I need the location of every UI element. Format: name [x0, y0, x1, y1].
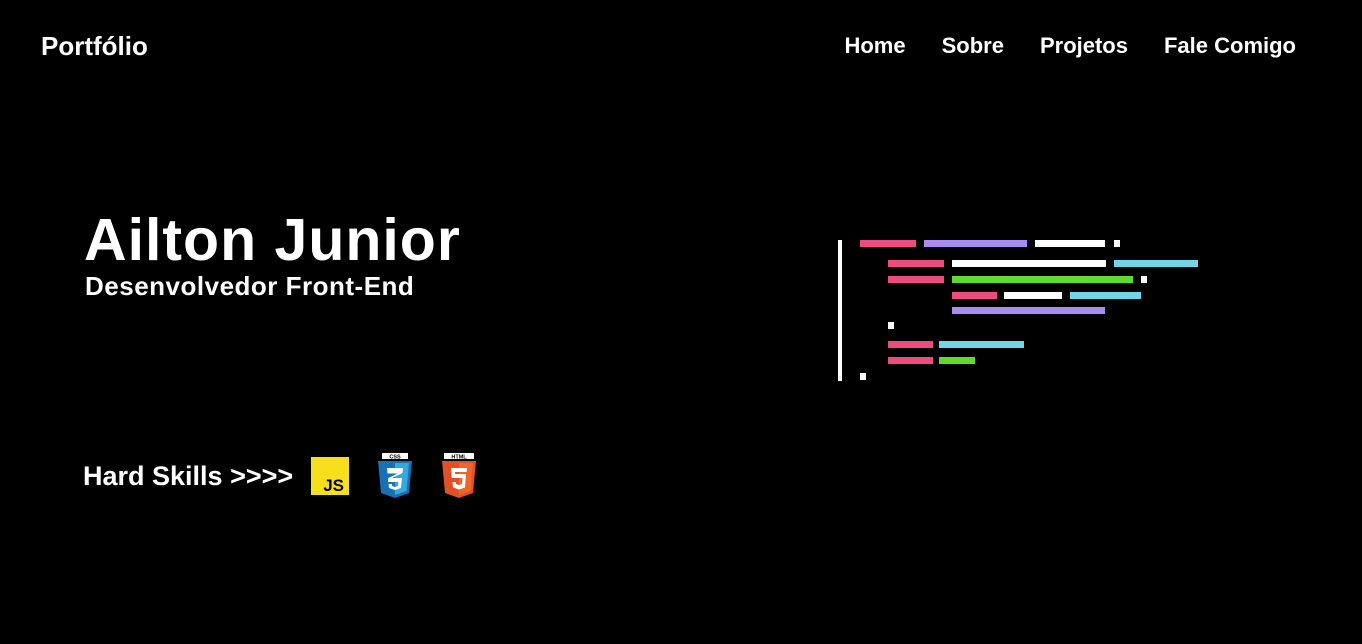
code-line	[939, 357, 975, 364]
code-dot	[860, 373, 866, 380]
code-line	[952, 276, 1133, 283]
code-line	[924, 240, 1027, 247]
code-dot	[1114, 240, 1120, 247]
html5-icon-text: HTML	[452, 454, 468, 460]
javascript-icon: JS	[311, 457, 350, 495]
code-line	[952, 292, 997, 299]
code-line	[1035, 240, 1105, 247]
main-nav: Home Sobre Projetos Fale Comigo	[844, 32, 1296, 60]
code-line	[888, 341, 933, 348]
code-line	[860, 240, 916, 247]
html5-icon: HTML	[442, 453, 477, 498]
hero-name: Ailton Junior	[84, 207, 461, 273]
css3-icon: CSS	[378, 453, 413, 498]
hero-role: Desenvolvedor Front-End	[85, 271, 415, 301]
code-line	[888, 276, 944, 283]
code-line	[939, 341, 1024, 348]
css3-icon-text: CSS	[389, 454, 401, 460]
code-line	[1070, 292, 1141, 299]
nav-fale-comigo[interactable]: Fale Comigo	[1164, 32, 1296, 60]
code-line	[1004, 292, 1062, 299]
code-line	[1114, 260, 1198, 267]
page: Portfólio Home Sobre Projetos Fale Comig…	[0, 0, 1362, 644]
code-illustration	[838, 240, 1198, 381]
nav-projetos[interactable]: Projetos	[1040, 32, 1128, 60]
code-line	[888, 357, 933, 364]
nav-sobre[interactable]: Sobre	[942, 32, 1004, 60]
javascript-icon-text: JS	[323, 476, 344, 495]
hard-skills: Hard Skills >>>> JS CSS HTML	[83, 453, 477, 499]
nav-home[interactable]: Home	[844, 32, 905, 60]
hard-skills-label: Hard Skills >>>>	[83, 461, 294, 491]
code-line	[888, 260, 944, 267]
code-dot	[1141, 276, 1147, 283]
code-line	[952, 307, 1105, 314]
code-dot	[888, 322, 894, 329]
code-line	[952, 260, 1106, 267]
code-bar	[838, 240, 842, 381]
brand-logo[interactable]: Portfólio	[41, 30, 148, 62]
